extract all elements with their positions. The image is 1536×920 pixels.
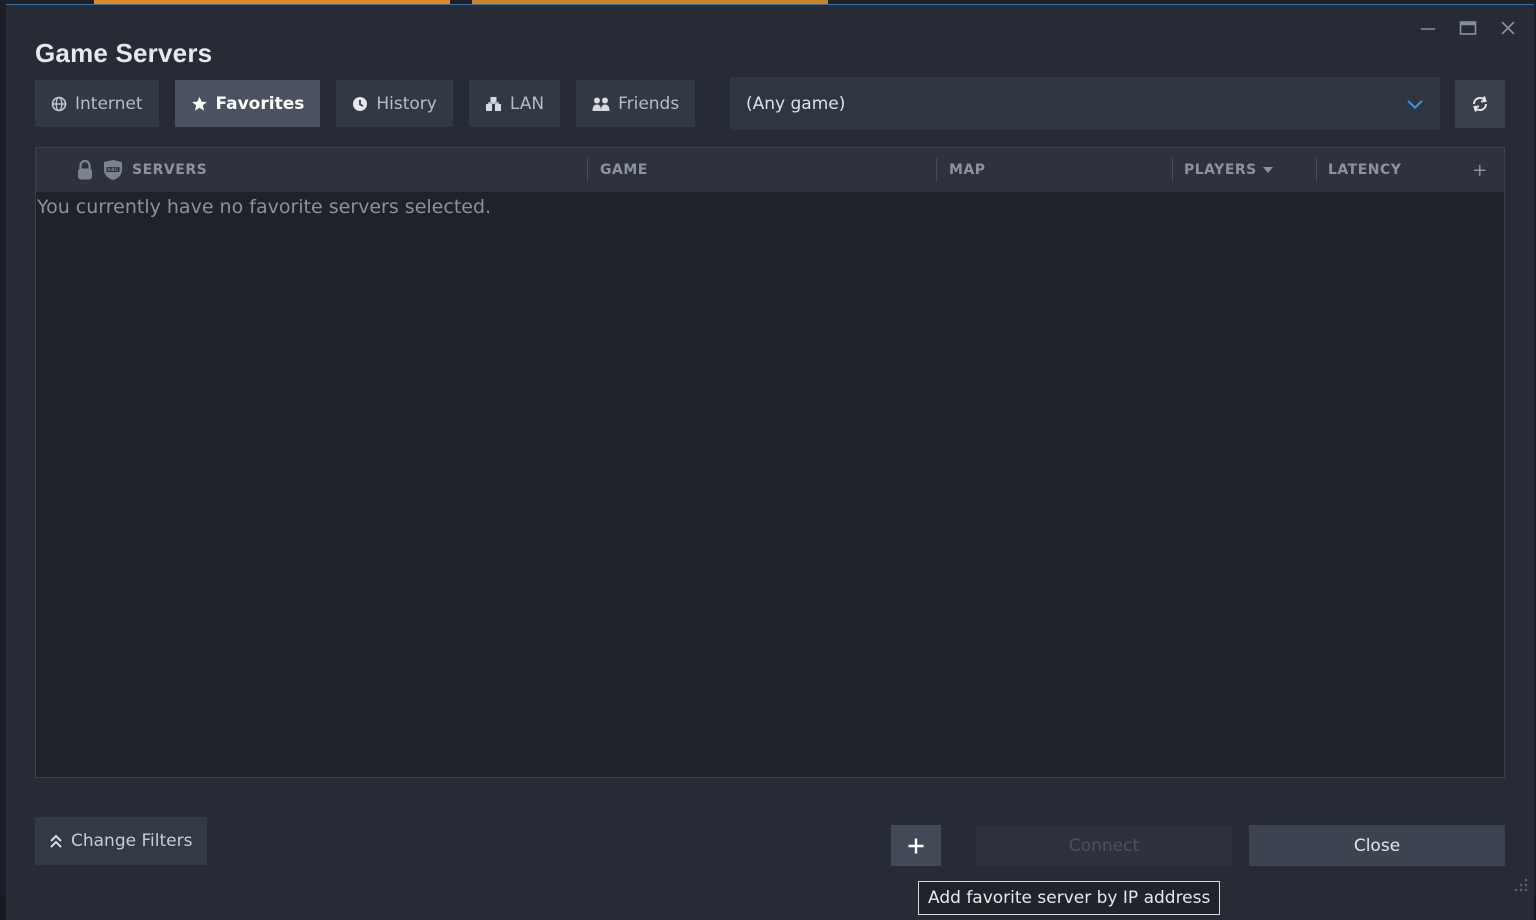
svg-text:VAC: VAC	[107, 167, 119, 173]
close-window-button[interactable]	[1490, 17, 1526, 39]
clock-icon	[353, 96, 368, 111]
lock-icon	[78, 159, 92, 180]
maximize-button[interactable]	[1450, 17, 1486, 39]
change-filters-label: Change Filters	[71, 831, 193, 851]
tab-label: History	[376, 93, 437, 114]
tab-label: LAN	[509, 93, 545, 114]
column-label: GAME	[600, 162, 648, 178]
close-button[interactable]: Close	[1249, 825, 1505, 866]
column-label: LATENCY	[1328, 162, 1402, 178]
game-servers-window: Game Servers Internet Favorites History …	[6, 4, 1534, 920]
chevron-down-icon	[1407, 99, 1423, 109]
empty-list-message: You currently have no favorite servers s…	[37, 196, 492, 218]
tab-history[interactable]: History	[336, 80, 453, 127]
refresh-icon	[1472, 96, 1488, 112]
column-players[interactable]: PLAYERS	[1172, 148, 1316, 192]
tab-label: Internet	[75, 93, 143, 114]
server-list-header: VAC SERVERS GAME MAP PLAYERS LATENCY +	[36, 148, 1504, 192]
sort-down-icon	[1262, 167, 1273, 173]
star-icon	[191, 96, 207, 111]
connect-button[interactable]: Connect	[976, 825, 1232, 866]
change-filters-button[interactable]: Change Filters	[35, 817, 207, 865]
close-icon	[1501, 21, 1515, 35]
maximize-icon	[1459, 21, 1477, 35]
globe-icon	[51, 96, 67, 111]
lan-icon	[485, 96, 501, 111]
double-chevron-up-icon	[50, 834, 62, 848]
column-map[interactable]: MAP	[936, 148, 1172, 192]
tab-internet[interactable]: Internet	[35, 80, 159, 127]
column-servers[interactable]: VAC SERVERS	[76, 148, 586, 192]
game-filter-value: (Any game)	[746, 93, 846, 114]
vac-shield-icon: VAC	[104, 160, 122, 180]
tab-label: Favorites	[215, 93, 305, 114]
tab-lan[interactable]: LAN	[468, 80, 561, 127]
window-title: Game Servers	[35, 38, 213, 68]
refresh-button[interactable]	[1455, 80, 1505, 128]
column-latency[interactable]: LATENCY	[1316, 148, 1456, 192]
game-filter-dropdown[interactable]: (Any game)	[730, 77, 1440, 130]
add-column-button[interactable]: +	[1468, 148, 1492, 192]
minimize-icon	[1421, 28, 1435, 30]
column-label: PLAYERS	[1184, 162, 1257, 178]
resize-grip-icon[interactable]	[1514, 878, 1528, 892]
window-controls	[1410, 17, 1526, 39]
server-list: VAC SERVERS GAME MAP PLAYERS LATENCY + Y…	[35, 147, 1505, 778]
column-label: MAP	[949, 162, 986, 178]
friends-icon	[592, 97, 610, 111]
minimize-button[interactable]	[1410, 17, 1446, 39]
column-game[interactable]: GAME	[587, 148, 936, 192]
add-favorite-server-button[interactable]	[891, 825, 941, 866]
column-label: SERVERS	[132, 162, 208, 178]
add-favorite-tooltip: Add favorite server by IP address	[918, 881, 1221, 915]
tab-friends[interactable]: Friends	[576, 80, 696, 127]
server-tabs: Internet Favorites History LAN Friends	[35, 80, 711, 127]
tab-label: Friends	[618, 93, 680, 114]
tab-favorites[interactable]: Favorites	[174, 80, 321, 127]
plus-icon	[908, 838, 924, 853]
